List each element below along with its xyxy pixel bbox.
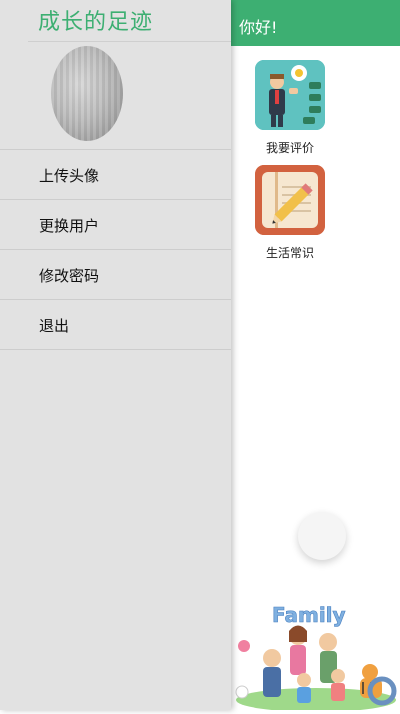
menu-item-label: 修改密码: [39, 267, 100, 285]
menu-item-change-password[interactable]: 修改密码: [0, 249, 231, 299]
floating-action-button[interactable]: [298, 512, 346, 560]
evaluate-icon: [255, 60, 325, 130]
drawer-header-divider: [28, 41, 231, 42]
family-text: Family: [272, 603, 346, 627]
top-bar-title: 你好!: [239, 18, 278, 37]
menu-item-label: 上传头像: [39, 167, 100, 185]
menu-item-upload-avatar[interactable]: 上传头像: [0, 149, 231, 199]
tile-evaluate[interactable]: 我要评价: [254, 60, 326, 156]
menu-item-label: 退出: [39, 317, 70, 335]
drawer-menu: 上传头像 更换用户 修改密码 退出: [0, 149, 231, 350]
menu-item-switch-user[interactable]: 更换用户: [0, 199, 231, 249]
tile-evaluate-label: 我要评价: [265, 141, 314, 155]
tile-life-tips[interactable]: 生活常识: [254, 165, 326, 261]
avatar[interactable]: [51, 46, 123, 141]
notebook-pencil-icon: [255, 165, 325, 235]
drawer-title: 成长的足迹: [38, 10, 154, 35]
menu-item-logout[interactable]: 退出: [0, 299, 231, 350]
menu-item-label: 更换用户: [39, 217, 100, 235]
family-illustration: Family: [232, 596, 400, 712]
navigation-drawer: 成长的足迹 上传头像 更换用户 修改密码 退出: [0, 0, 231, 710]
tile-life-tips-label: 生活常识: [265, 246, 314, 260]
